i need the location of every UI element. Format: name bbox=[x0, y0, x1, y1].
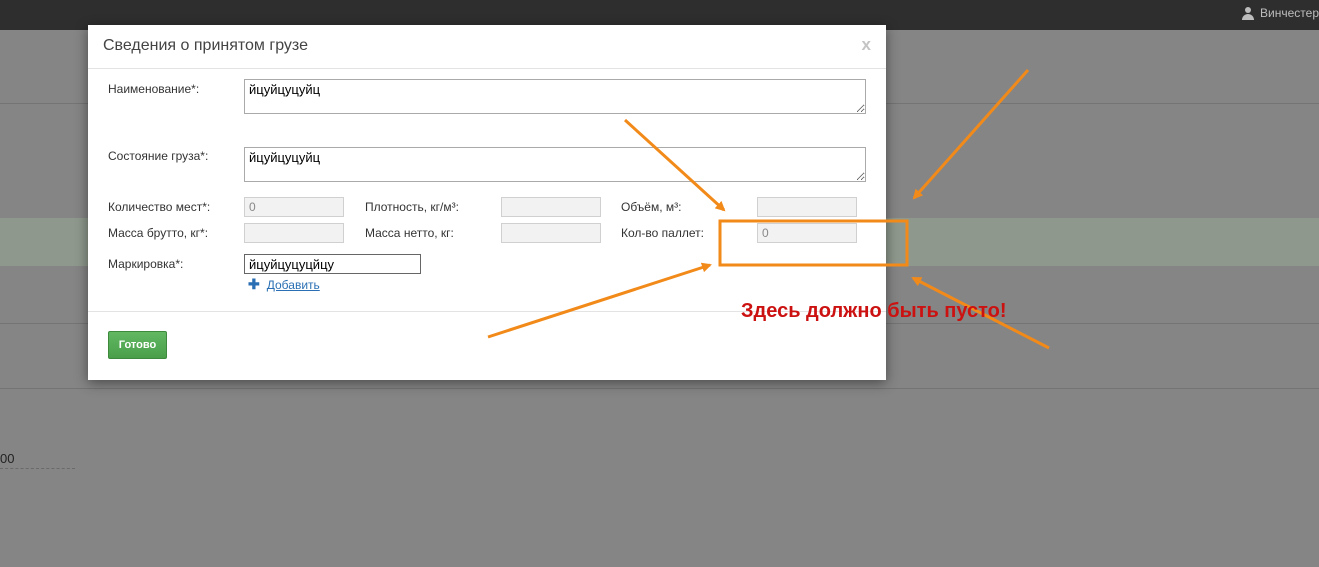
highlight-box bbox=[718, 219, 909, 267]
annotation-overlay bbox=[487, 69, 1050, 350]
annotation-arrow bbox=[912, 69, 1030, 200]
annotation-text: Здесь должно быть пусто! bbox=[741, 300, 1007, 322]
annotation-arrow bbox=[487, 262, 712, 339]
annotation-arrow bbox=[623, 118, 726, 212]
